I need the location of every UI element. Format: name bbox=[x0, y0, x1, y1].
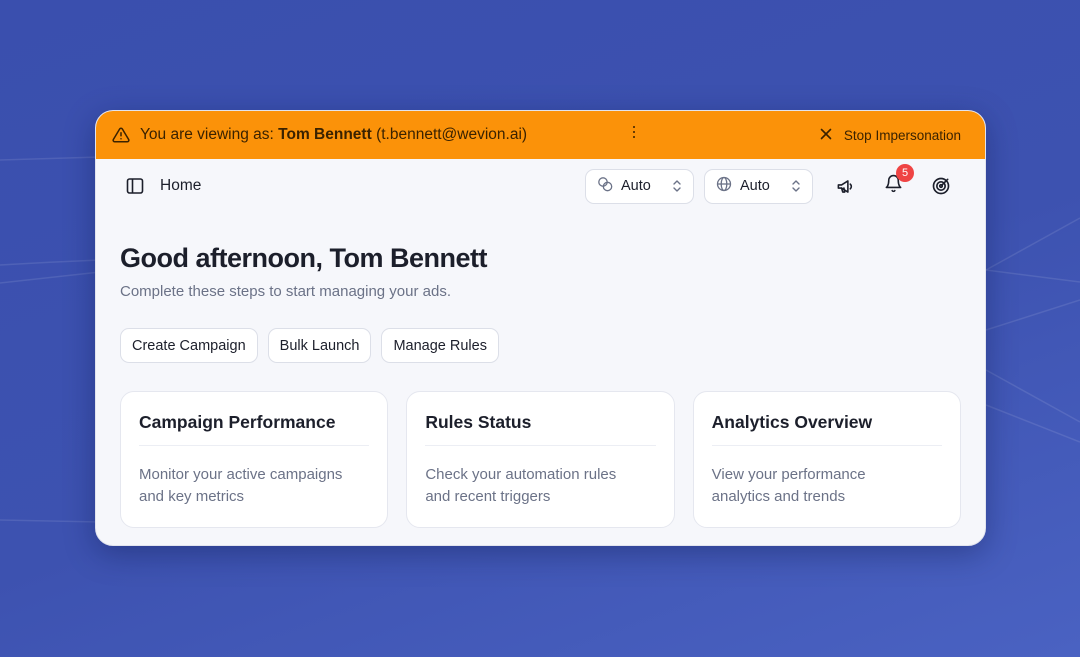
main-content: Good afternoon, Tom Bennett Complete the… bbox=[96, 213, 985, 528]
card-description-line: analytics and trends bbox=[711, 488, 846, 505]
app-window: You are viewing as: Tom Bennett (t.benne… bbox=[95, 110, 986, 546]
currency-select-value: Auto bbox=[621, 178, 651, 194]
card-description: View your performance analytics and tren… bbox=[712, 464, 942, 508]
card-title: Analytics Overview bbox=[711, 412, 942, 446]
greeting-subtitle: Complete these steps to start managing y… bbox=[120, 283, 452, 300]
stop-impersonation-label: Stop Impersonation bbox=[843, 127, 961, 143]
card-description-line: Monitor your active campaigns bbox=[139, 466, 343, 483]
top-bar: Home Auto Auto 5 bbox=[96, 159, 985, 213]
chevron-up-down-icon bbox=[791, 179, 801, 193]
notifications-button[interactable]: 5 bbox=[879, 164, 914, 200]
greeting-heading: Good afternoon, Tom Bennett bbox=[120, 243, 487, 273]
card-title: Rules Status bbox=[425, 412, 656, 446]
card-title: Campaign Performance bbox=[139, 412, 370, 446]
language-select-value: Auto bbox=[740, 178, 770, 194]
card-description-line: View your performance bbox=[711, 466, 866, 483]
close-icon bbox=[820, 128, 832, 143]
target-icon[interactable] bbox=[927, 172, 955, 200]
impersonation-prefix: You are viewing as: bbox=[140, 126, 274, 143]
card-description: Check your automation rules and recent t… bbox=[425, 464, 655, 508]
page-title: Home bbox=[160, 177, 202, 194]
analytics-overview-card[interactable]: Analytics Overview View your performance… bbox=[692, 391, 961, 528]
megaphone-icon[interactable] bbox=[831, 172, 859, 200]
impersonated-user-email: (t.bennett@wevion.ai) bbox=[376, 126, 528, 143]
create-campaign-button[interactable]: Create Campaign bbox=[120, 328, 258, 363]
warning-icon bbox=[112, 126, 130, 144]
bulk-launch-button[interactable]: Bulk Launch bbox=[267, 328, 372, 363]
manage-rules-button[interactable]: Manage Rules bbox=[381, 328, 499, 363]
stop-impersonation-button[interactable]: Stop Impersonation bbox=[820, 128, 961, 143]
card-description-line: and key metrics bbox=[139, 488, 245, 505]
globe-icon bbox=[716, 176, 732, 196]
impersonation-message: You are viewing as: Tom Bennett (t.benne… bbox=[112, 126, 527, 144]
card-description: Monitor your active campaigns and key me… bbox=[139, 464, 369, 508]
card-description-line: and recent triggers bbox=[425, 488, 551, 505]
quick-actions: Create Campaign Bulk Launch Manage Rules bbox=[120, 328, 961, 363]
language-select[interactable]: Auto bbox=[704, 168, 813, 204]
notification-count-badge: 5 bbox=[896, 164, 914, 182]
impersonation-banner: You are viewing as: Tom Bennett (t.benne… bbox=[96, 111, 985, 159]
rules-status-card[interactable]: Rules Status Check your automation rules… bbox=[406, 391, 675, 528]
card-description-line: Check your automation rules bbox=[425, 466, 617, 483]
impersonated-user-name: Tom Bennett bbox=[278, 126, 372, 143]
sidebar-toggle-icon[interactable] bbox=[126, 177, 144, 195]
drag-handle[interactable] bbox=[633, 126, 635, 142]
overview-cards: Campaign Performance Monitor your active… bbox=[120, 391, 961, 528]
campaign-performance-card[interactable]: Campaign Performance Monitor your active… bbox=[120, 391, 389, 528]
currency-select[interactable]: Auto bbox=[585, 168, 694, 204]
currency-icon bbox=[597, 176, 613, 196]
chevron-up-down-icon bbox=[672, 179, 682, 193]
